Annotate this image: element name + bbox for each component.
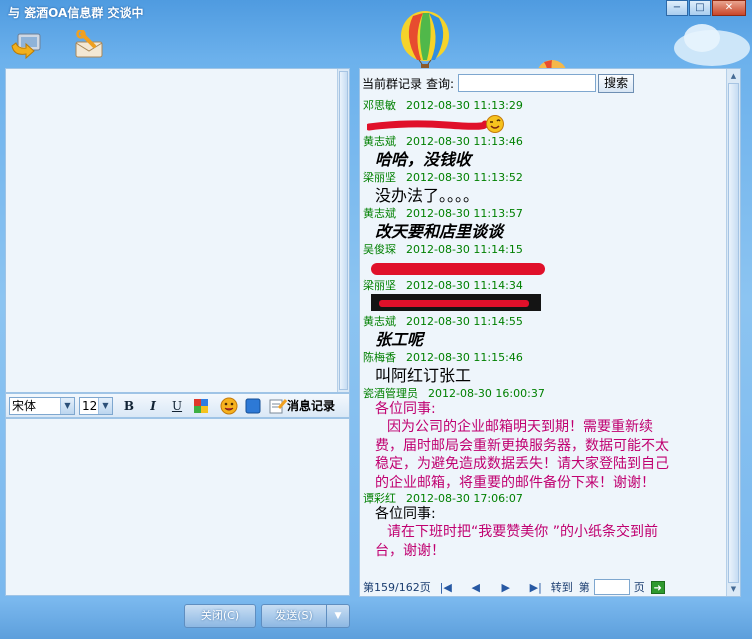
message-time: 2012-08-30 16:00:37 [428,387,545,400]
history-search-row: 当前群记录 查询: 搜索 [362,73,635,93]
notice-greeting: 各位同事: [375,506,436,523]
message-time: 2012-08-30 11:15:46 [406,351,523,364]
send-button[interactable]: 发送(S) [261,604,327,628]
window-title: 与 瓷酒OA信息群 交谈中 [8,6,144,20]
chat-display-area[interactable] [5,68,350,393]
list-item: 吴俊琛 2012-08-30 11:14:15 [363,243,725,279]
message-history-button[interactable]: 消息记录 [269,397,335,414]
message-sender: 瓷酒管理员 [363,387,418,400]
message-sender: 梁丽坚 [363,171,396,184]
message-sender: 黄志斌 [363,135,396,148]
history-search-input[interactable] [458,74,597,92]
format-toolbar: 宋体 ▼ 12 ▼ B I U 消息记录 [5,393,350,418]
send-options-chevron-icon[interactable]: ▼ [326,604,350,628]
message-sender: 黄志斌 [363,207,396,220]
color-palette-icon[interactable] [191,396,211,416]
list-item: 黄志斌 2012-08-30 11:13:46 哈哈，没钱收 [363,135,725,171]
font-family-select[interactable]: 宋体 ▼ [9,396,75,415]
notice-line: 请在下班时把“我要赞美你 ”的小纸条交到前 [387,524,658,541]
search-button[interactable]: 搜索 [598,73,635,93]
message-time: 2012-08-30 11:13:52 [406,171,523,184]
notice-line: 因为公司的企业邮箱明天到期！需要重新续 [387,419,653,436]
message-time: 2012-08-30 11:14:15 [406,243,523,256]
page-status: 第159/162页 [363,581,431,594]
list-item: 黄志斌 2012-08-30 11:14:55 张工呢 [363,315,725,351]
bold-button[interactable]: B [119,396,139,416]
last-page-icon[interactable]: ▶| [527,580,545,594]
chevron-down-icon: ▼ [60,397,74,414]
minimize-button[interactable]: − [666,0,688,16]
font-size-select[interactable]: 12 ▼ [79,396,113,415]
emoticon-icon[interactable] [219,396,239,416]
screenshot-icon[interactable] [243,396,263,416]
smiley-emoji-icon [486,115,504,133]
message-text: 改天要和店里谈谈 [375,222,504,241]
redaction-mark [367,120,489,131]
message-time: 2012-08-30 17:06:07 [406,492,523,506]
message-text: 哈哈，没钱收 [375,150,472,169]
notice-line: 的企业邮箱，将重要的邮件备份下来！谢谢！ [375,474,655,491]
list-item: 邓思敏 2012-08-30 11:13:29 [363,99,725,135]
close-button[interactable]: 关闭(C) [184,604,256,628]
page-number-input[interactable] [593,579,630,595]
page-suffix: 页 [633,581,645,594]
message-time: 2012-08-30 11:13:29 [406,99,523,112]
italic-button[interactable]: I [143,396,163,416]
notepad-icon [269,398,287,413]
chat-display-scrollbar[interactable] [337,69,349,392]
list-item: 梁丽坚 2012-08-30 11:13:52 没办法了。。。。 [363,171,725,207]
message-time: 2012-08-30 11:13:57 [406,207,523,220]
notice-greeting: 各位同事: [375,401,436,417]
message-text: 没办法了。。。。 [375,186,480,205]
message-text: 张工呢 [375,330,424,349]
scroll-down-icon[interactable]: ▼ [728,583,739,595]
list-item: 陈梅香 2012-08-30 11:15:46 叫阿红订张工 [363,351,725,387]
message-sender: 吴俊琛 [363,243,396,256]
settings-wrench-icon[interactable] [72,29,106,60]
notice-line: 台，谢谢！ [375,542,445,559]
message-sender: 陈梅香 [363,351,396,364]
message-time: 2012-08-30 11:14:34 [406,279,523,292]
cloud-decoration-icon [672,18,752,68]
notice-line: 稳定，为避免造成数据丢失！请大家登陆到自己 [375,456,669,473]
page-prefix: 第 [578,581,590,594]
group-history-panel: 当前群记录 查询: 搜索 邓思敏 2012-08-30 11:13:29 黄志斌 2… [359,68,741,597]
underline-button[interactable]: U [167,396,187,416]
balloon-decoration-icon [395,10,455,74]
notice-line: 费，届时邮局会重新更换服务器，数据可能不太 [375,437,669,454]
transfer-file-icon[interactable] [10,30,44,60]
next-page-icon[interactable]: ▶ [497,580,515,594]
list-item: 梁丽坚 2012-08-30 11:14:34 [363,279,725,315]
list-item: 黄志斌 2012-08-30 11:13:57 改天要和店里谈谈 [363,207,725,243]
maximize-button[interactable]: □ [689,0,711,16]
redaction-mark [371,263,545,275]
title-bar: 与 瓷酒OA信息群 交谈中 − □ ✕ [0,0,752,24]
go-arrow-icon[interactable]: ➜ [650,580,665,594]
message-sender: 谭彩红 [363,492,396,506]
message-sender: 梁丽坚 [363,279,396,292]
history-label: 当前群记录 [362,76,423,91]
scroll-up-icon[interactable]: ▲ [728,70,739,82]
history-pager: 第159/162页 |◀ ◀ ▶ ▶| 转到 第 页 ➜ [363,578,665,596]
redaction-mark [371,294,541,311]
message-input-area[interactable] [5,418,350,596]
prev-page-icon[interactable]: ◀ [467,580,485,594]
list-item: 瓷酒管理员 2012-08-30 16:00:37 各位同事: 因为公司的企业邮箱… [363,387,725,492]
message-sender: 邓思敏 [363,99,396,112]
list-item: 谭彩红 2012-08-30 17:06:07 各位同事: 请在下班时把“我要赞美… [363,492,725,560]
message-time: 2012-08-30 11:13:46 [406,135,523,148]
goto-label: 转到 [550,581,573,594]
query-label: 查询: [426,76,455,91]
message-sender: 黄志斌 [363,315,396,328]
first-page-icon[interactable]: |◀ [437,580,455,594]
history-message-list: 邓思敏 2012-08-30 11:13:29 黄志斌 2012-08-30 11:… [363,99,725,560]
message-time: 2012-08-30 11:14:55 [406,315,523,328]
history-scrollbar[interactable]: ▲ ▼ [726,69,740,596]
window-controls: − □ ✕ [665,0,746,16]
close-window-button[interactable]: ✕ [712,0,746,16]
chevron-down-icon: ▼ [98,397,112,414]
message-text: 叫阿红订张工 [375,366,472,385]
